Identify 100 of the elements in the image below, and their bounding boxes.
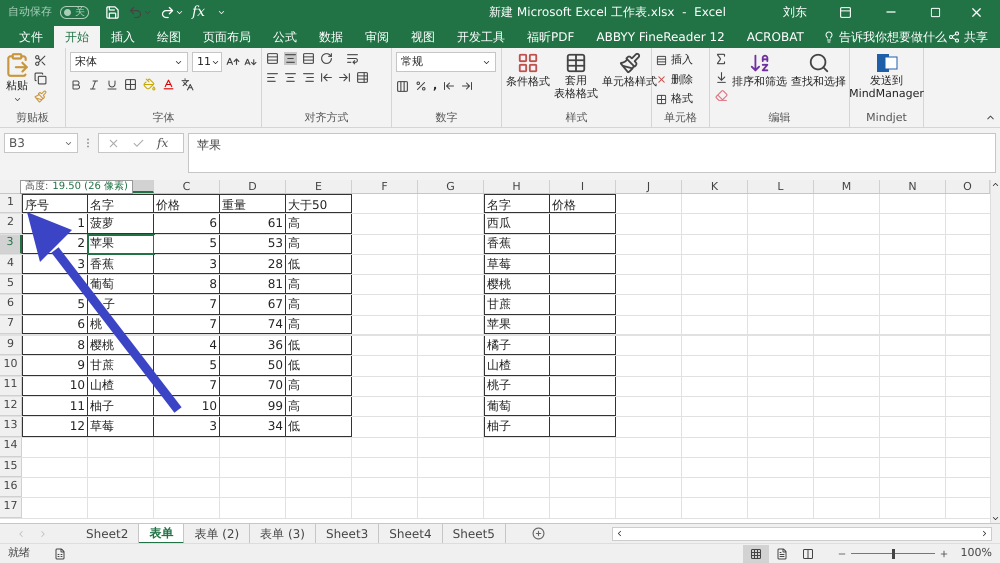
zoom-slider-thumb[interactable] [892,548,895,558]
decrease-indent-icon[interactable] [320,71,333,84]
send-to-mindmanager-button[interactable]: 发送到 MindManager [849,74,924,100]
share-icon[interactable] [948,31,960,43]
ribbon-tab[interactable]: ACROBAT [736,26,815,48]
top-align-icon[interactable] [266,52,279,65]
column-header[interactable]: L [748,180,814,193]
column-header[interactable]: F [352,180,418,193]
row-header[interactable]: 11 [0,376,22,396]
search-icon[interactable] [808,52,830,74]
save-icon[interactable] [105,4,120,20]
decrease-decimal-icon[interactable] [461,80,474,92]
column-header[interactable]: H [484,180,550,193]
zoom-level[interactable]: 100% [960,545,992,562]
ribbon-tab[interactable]: 插入 [100,26,146,48]
merge-cells-icon[interactable] [356,71,369,84]
row-header[interactable]: 10 [0,356,22,376]
row-header[interactable]: 17 [0,498,22,518]
conditional-format-icon[interactable] [517,52,539,74]
column-header[interactable]: G [418,180,484,193]
row-header[interactable]: 4 [0,254,22,274]
insert-cells-icon[interactable] [656,54,667,66]
row-header[interactable]: 12 [0,396,22,416]
formula-field[interactable]: 苹果 [188,133,996,173]
row-header[interactable]: 7 [0,316,22,334]
column-header[interactable]: M [814,180,880,193]
increase-decimal-icon[interactable] [443,80,456,92]
row-header[interactable]: 6 [0,295,22,315]
copy-icon[interactable] [34,72,47,85]
ribbon-display-icon[interactable] [839,6,852,18]
wrap-text-icon[interactable] [346,52,359,65]
normal-view-icon[interactable] [742,544,769,562]
paste-button[interactable]: 粘贴 [6,78,28,94]
row-header[interactable]: 5 [0,275,22,294]
ribbon-tab[interactable]: 页面布局 [192,26,262,48]
bottom-align-icon[interactable] [302,52,315,65]
row-header[interactable]: 15 [0,458,22,478]
ribbon-tab[interactable]: 审阅 [354,26,400,48]
sheet-icon[interactable] [54,548,66,560]
find-select-button[interactable]: 查找和选择 [791,74,846,90]
column-header[interactable]: K [682,180,748,193]
mindmanager-icon[interactable] [874,52,898,74]
cell-style-icon[interactable] [618,52,640,74]
sort-filter-button[interactable]: 排序和筛选 [732,74,787,90]
scroll-right-icon[interactable] [980,529,989,538]
redo-icon[interactable] [160,4,175,20]
align-center-icon[interactable] [284,71,297,84]
column-header[interactable]: D [220,180,286,193]
delete-cells-icon[interactable] [656,74,667,86]
ribbon-tab[interactable]: ABBYY FineReader 12 [585,26,736,48]
underline-icon[interactable] [106,78,118,90]
align-right-icon[interactable] [302,71,315,84]
align-left-icon[interactable] [266,71,279,84]
borders-icon[interactable] [124,78,137,91]
add-sheet-icon[interactable] [532,527,545,540]
column-header[interactable]: N [880,180,946,193]
insert-function-button[interactable]: fx [157,134,168,152]
vertical-scrollbar[interactable] [990,180,1000,523]
column-header[interactable]: E [286,180,352,193]
sum-icon[interactable] [714,52,728,66]
ribbon-tab[interactable]: 绘图 [146,26,192,48]
share-button[interactable]: 共享 [964,28,988,46]
column-header[interactable]: I [550,180,616,193]
number-format-field[interactable]: 常规 [396,52,496,72]
bold-icon[interactable] [70,78,82,90]
row-header[interactable]: 16 [0,478,22,498]
phonetic-guide-icon[interactable] [181,78,194,91]
scroll-up-icon[interactable] [991,180,1000,189]
comma-style-button[interactable]: , [433,78,438,94]
row-header[interactable]: 3 [0,234,22,254]
row-header[interactable]: 9 [0,336,22,356]
row-header[interactable]: 13 [0,417,22,437]
conditional-format-button[interactable]: 条件格式 [506,74,550,90]
orientation-icon[interactable] [320,52,333,65]
lightbulb-icon[interactable] [822,31,835,43]
ribbon-tab[interactable]: 福昕PDF [516,26,586,48]
ribbon-tab[interactable]: 开始 [54,26,100,48]
italic-icon[interactable] [88,78,100,90]
ribbon-tab[interactable]: 文件 [8,26,54,48]
delete-button[interactable]: 删除 [671,72,693,88]
font-size-field[interactable]: 11 [192,52,222,72]
format-cells-icon[interactable] [656,94,667,105]
tell-me-field[interactable]: 告诉我你想要做什么 [838,28,947,46]
fill-down-icon[interactable] [714,71,728,84]
insert-function-button[interactable]: fx [192,2,206,22]
table-icon[interactable] [565,52,587,74]
maximize-icon[interactable] [930,6,941,18]
ribbon-tab[interactable]: 数据 [308,26,354,48]
format-button[interactable]: 格式 [671,91,693,108]
increase-indent-icon[interactable] [338,71,351,84]
table-format-button[interactable]: 套用 表格格式 [554,74,598,100]
ribbon-tab[interactable]: 公式 [262,26,308,48]
row-header[interactable]: 1 [0,194,22,214]
cell-styles-button[interactable]: 单元格样式 [602,74,657,90]
middle-align-icon[interactable] [284,52,297,65]
cut-icon[interactable] [34,54,47,67]
row-header[interactable]: 2 [0,214,22,234]
ribbon-tab[interactable]: 开发工具 [446,26,516,48]
eraser-icon[interactable] [714,89,728,102]
sheet-tab[interactable]: 表单 [139,524,184,544]
